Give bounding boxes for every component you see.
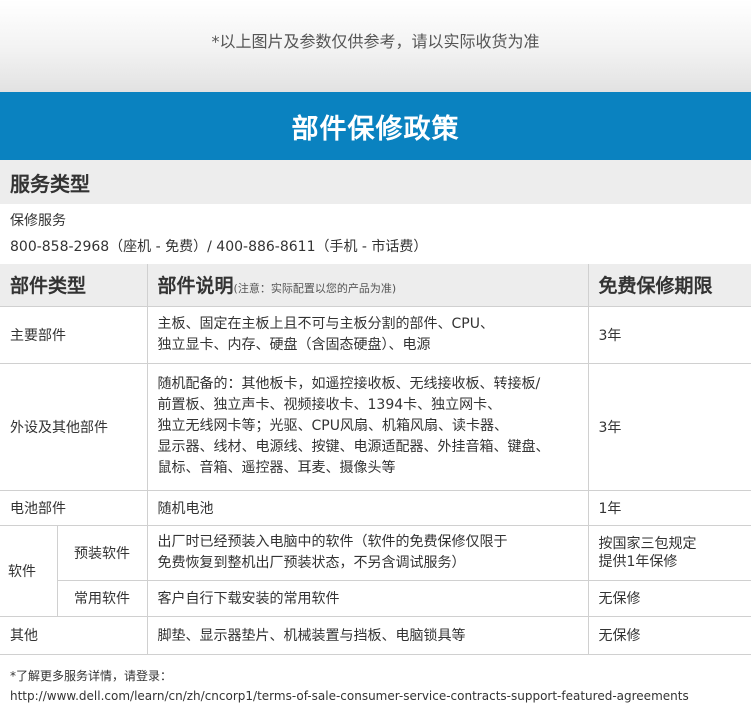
warranty-table: 部件类型 部件说明(注意：实际配置以您的产品为准) 免费保修期限 主要部件 主板… bbox=[0, 264, 751, 655]
service-phones: 800-858-2968（座机 - 免费）/ 400-886-8611（手机 -… bbox=[10, 239, 428, 255]
footer-note: *了解更多服务详情，请登录： bbox=[10, 669, 173, 683]
row-other-warranty: 无保修 bbox=[587, 615, 751, 655]
row-peripheral-warranty: 3年 bbox=[587, 362, 751, 491]
row-main-desc: 主板、固定在主板上且不可与主板分割的部件、CPU、 独立显卡、内存、硬盘（含固态… bbox=[146, 305, 589, 364]
banner-title: 部件保修政策 bbox=[291, 113, 460, 145]
service-type-heading-text: 服务类型 bbox=[10, 171, 90, 196]
disclaimer-bar: *以上图片及参数仅供参考，请以实际收货为准 bbox=[0, 0, 751, 92]
row-other-desc: 脚垫、显示器垫片、机械装置与挡板、电脑锁具等 bbox=[146, 615, 589, 655]
table-header-row: 部件类型 部件说明(注意：实际配置以您的产品为准) 免费保修期限 bbox=[0, 264, 751, 307]
row-preinstalled-warranty: 按国家三包规定 提供1年保修 bbox=[587, 524, 751, 581]
table-row: 其他 脚垫、显示器垫片、机械装置与挡板、电脑锁具等 无保修 bbox=[0, 615, 751, 655]
service-info: 保修服务 800-858-2968（座机 - 免费）/ 400-886-8611… bbox=[10, 208, 427, 260]
header-description: 部件说明(注意：实际配置以您的产品为准) bbox=[146, 264, 589, 307]
table-row: 电池部件 随机电池 1年 bbox=[0, 489, 751, 526]
table-row: 软件 预装软件 出厂时已经预装入电脑中的软件（软件的免费保修仅限于 免费恢复到整… bbox=[0, 524, 751, 617]
row-common-type: 常用软件 bbox=[57, 579, 148, 617]
policy-banner: 部件保修政策 bbox=[0, 92, 751, 160]
row-main-warranty: 3年 bbox=[587, 305, 751, 364]
header-warranty: 免费保修期限 bbox=[587, 264, 751, 307]
footer-url[interactable]: http://www.dell.com/learn/cn/zh/cncorp1/… bbox=[10, 686, 689, 706]
row-main-type: 主要部件 bbox=[0, 305, 148, 364]
row-battery-type: 电池部件 bbox=[0, 489, 148, 526]
row-other-type: 其他 bbox=[0, 615, 148, 655]
service-type-heading: 服务类型 bbox=[0, 160, 751, 204]
header-part-type: 部件类型 bbox=[0, 264, 148, 307]
row-common-warranty: 无保修 bbox=[587, 579, 751, 617]
table-row: 外设及其他部件 随机配备的：其他板卡，如遥控接收板、无线接收板、转接板/ 前置板… bbox=[0, 362, 751, 491]
header-description-note: (注意：实际配置以您的产品为准) bbox=[233, 282, 397, 296]
disclaimer-text: *以上图片及参数仅供参考，请以实际收货为准 bbox=[211, 32, 540, 51]
service-name: 保修服务 bbox=[10, 213, 66, 229]
row-battery-desc: 随机电池 bbox=[146, 489, 589, 526]
row-preinstalled-desc: 出厂时已经预装入电脑中的软件（软件的免费保修仅限于 免费恢复到整机出厂预装状态，… bbox=[146, 524, 589, 581]
row-common-desc: 客户自行下载安装的常用软件 bbox=[146, 579, 589, 617]
row-peripheral-desc: 随机配备的：其他板卡，如遥控接收板、无线接收板、转接板/ 前置板、独立声卡、视频… bbox=[146, 362, 589, 491]
row-software-type: 软件 bbox=[0, 524, 58, 617]
footer: *了解更多服务详情，请登录： http://www.dell.com/learn… bbox=[10, 666, 689, 706]
row-battery-warranty: 1年 bbox=[587, 489, 751, 526]
row-preinstalled-type: 预装软件 bbox=[56, 524, 148, 581]
table-row: 常用软件 客户自行下载安装的常用软件 无保修 bbox=[0, 579, 751, 617]
row-peripheral-type: 外设及其他部件 bbox=[0, 362, 148, 491]
table-row: 主要部件 主板、固定在主板上且不可与主板分割的部件、CPU、 独立显卡、内存、硬… bbox=[0, 305, 751, 364]
